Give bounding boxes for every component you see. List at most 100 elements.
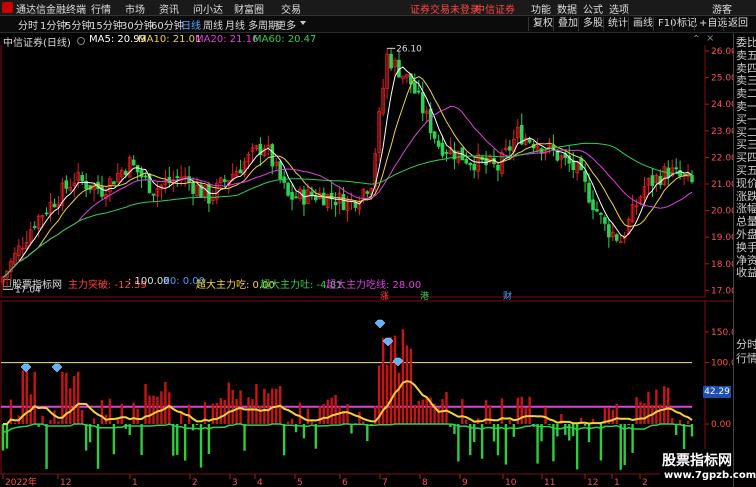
indicator-bar — [655, 389, 658, 424]
indicator-bar — [413, 405, 417, 424]
x-axis-label: 9 — [462, 478, 468, 487]
indicator-bar — [183, 424, 187, 461]
indicator-bar — [195, 424, 199, 425]
candle-body — [341, 194, 346, 210]
indicator-bar — [572, 424, 575, 436]
x-axis-label: 12 — [587, 478, 598, 487]
candle-body — [270, 144, 275, 167]
indicator-bar — [120, 403, 123, 424]
candle-body — [440, 142, 445, 156]
indicator-bar — [465, 419, 468, 424]
price-tick-label: 17.00 — [711, 286, 733, 296]
candle-body — [321, 192, 326, 206]
indicator-bar — [445, 392, 448, 424]
indicator-bar — [512, 424, 516, 437]
side-item-12[interactable]: 涨跌 — [736, 190, 756, 203]
side-item-2[interactable]: 卖四 — [736, 62, 756, 75]
indicator-bar — [92, 418, 96, 424]
side-item-17[interactable]: 净资 — [736, 254, 756, 267]
candle-body — [64, 180, 69, 189]
indicator-bar — [627, 424, 630, 425]
candle-body — [52, 203, 57, 208]
indicator-bar — [33, 371, 36, 424]
indicator-bar — [132, 402, 135, 424]
side-item-4[interactable]: 卖二 — [736, 87, 756, 100]
indicator-bar — [25, 367, 28, 424]
indicator-bar — [461, 399, 464, 424]
side-item-13[interactable]: 涨幅 — [736, 202, 756, 215]
indicator-bar — [73, 376, 76, 424]
indicator-bar — [199, 424, 203, 468]
price-tick-label: 18.00 — [711, 260, 733, 270]
indicator-bar — [148, 395, 151, 424]
indicator-bar — [77, 371, 80, 424]
candle-body — [650, 175, 655, 186]
indicator-bar — [611, 409, 615, 424]
candle-body — [286, 182, 290, 196]
indicator-bar — [152, 395, 155, 424]
side-item-0[interactable]: 委比 — [736, 36, 756, 49]
chart-canvas[interactable]: 26.0025.0024.0023.0022.0021.0020.0019.00… — [0, 0, 733, 487]
candle-body — [135, 165, 140, 173]
ind-tick-label: 0.00 — [711, 420, 731, 430]
indicator-bar — [263, 388, 266, 424]
indicator-bar — [350, 424, 353, 434]
indicator-bar — [57, 421, 60, 424]
diamond-signal-icon — [51, 363, 63, 373]
indicator-bar — [599, 424, 603, 461]
side-item-3[interactable]: 卖三 — [736, 74, 756, 87]
indicator-bar — [492, 424, 496, 442]
candle-body — [595, 209, 599, 212]
event-mark-2[interactable]: 财 — [503, 290, 512, 302]
candle-body — [571, 160, 576, 170]
high-label: 26.10 — [396, 44, 422, 54]
indicator-bar — [13, 422, 17, 424]
side-item-10[interactable]: 买五 — [736, 164, 756, 177]
indicator-bar — [41, 415, 44, 424]
side-item-15[interactable]: 外盘 — [736, 228, 756, 241]
indicator-bar — [643, 403, 646, 424]
side-item2-0[interactable]: 分时 — [736, 338, 756, 351]
indicator-bar — [227, 382, 230, 424]
ind-tick-label: 100.0 — [711, 359, 733, 369]
candle-body — [583, 170, 587, 182]
indicator-bar — [405, 345, 409, 424]
indicator-bar — [556, 424, 559, 437]
indicator-bar — [659, 404, 662, 424]
x-axis-label: 11 — [544, 478, 555, 487]
side-item-8[interactable]: 买三 — [736, 138, 756, 151]
indicator-bar — [5, 424, 9, 449]
side-item-18[interactable]: 收益 — [736, 266, 756, 279]
candle-body — [674, 167, 678, 170]
low-label: 17.04 — [15, 285, 41, 295]
side-item-9[interactable]: 买四 — [736, 151, 756, 164]
side-item-14[interactable]: 总量 — [736, 215, 756, 228]
side-item-6[interactable]: 买一 — [736, 113, 756, 126]
x-axis-label: 4 — [257, 478, 263, 487]
indicator-bar — [488, 405, 492, 424]
side-item2-1[interactable]: 行情 — [736, 352, 756, 365]
indicator-bar — [235, 398, 238, 424]
current-value-box: 42.29 — [703, 386, 731, 398]
candle-body — [432, 131, 437, 139]
side-item-16[interactable]: 换手 — [736, 241, 756, 254]
event-mark-0[interactable]: 涨 — [380, 291, 389, 302]
indicator-bar — [49, 419, 52, 424]
price-tick-label: 23.00 — [711, 127, 733, 137]
indicator-bar — [575, 424, 579, 470]
side-item-11[interactable]: 现价 — [736, 177, 756, 190]
indicator-bar — [401, 329, 405, 424]
candle-body — [112, 181, 116, 185]
side-item-7[interactable]: 买二 — [736, 126, 756, 139]
indicator-bar — [172, 424, 175, 456]
event-mark-1[interactable]: 港 — [420, 290, 429, 302]
indicator-bar — [500, 398, 504, 424]
indicator-bar — [211, 403, 215, 424]
indicator-bar — [255, 384, 258, 424]
candle-body — [365, 191, 370, 194]
side-item-5[interactable]: 卖一 — [736, 100, 756, 113]
indicator-bar — [663, 386, 666, 424]
side-item-1[interactable]: 卖五 — [736, 49, 756, 62]
indicator-bar — [65, 372, 68, 424]
candle-body — [175, 176, 180, 179]
